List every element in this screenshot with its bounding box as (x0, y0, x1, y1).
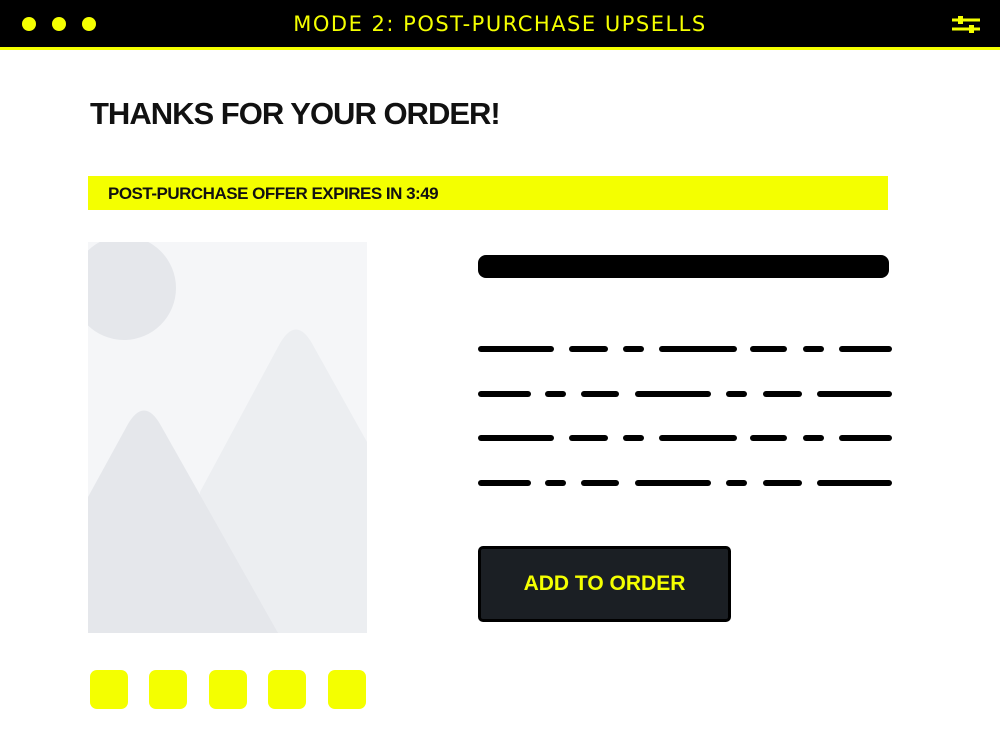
window-title: MODE 2: POST-PURCHASE UPSELLS (293, 12, 707, 36)
offer-banner: POST-PURCHASE OFFER EXPIRES IN 3:49 (88, 176, 888, 210)
thumbnail-3[interactable] (209, 670, 247, 709)
thumbnail-5[interactable] (328, 670, 366, 709)
product-image-placeholder-icon (88, 242, 367, 633)
title-bar: MODE 2: POST-PURCHASE UPSELLS (0, 0, 1000, 50)
offer-countdown-text: POST-PURCHASE OFFER EXPIRES IN 3:49 (108, 184, 439, 203)
add-to-order-button[interactable]: ADD TO ORDER (478, 546, 731, 622)
sliders-icon[interactable] (950, 12, 982, 36)
product-title-placeholder (478, 255, 889, 278)
product-description-placeholder (478, 346, 892, 486)
thumbnail-1[interactable] (90, 670, 128, 709)
thumbnail-4[interactable] (268, 670, 306, 709)
thumbnail-2[interactable] (149, 670, 187, 709)
page-title: THANKS FOR YOUR ORDER! (90, 96, 501, 131)
